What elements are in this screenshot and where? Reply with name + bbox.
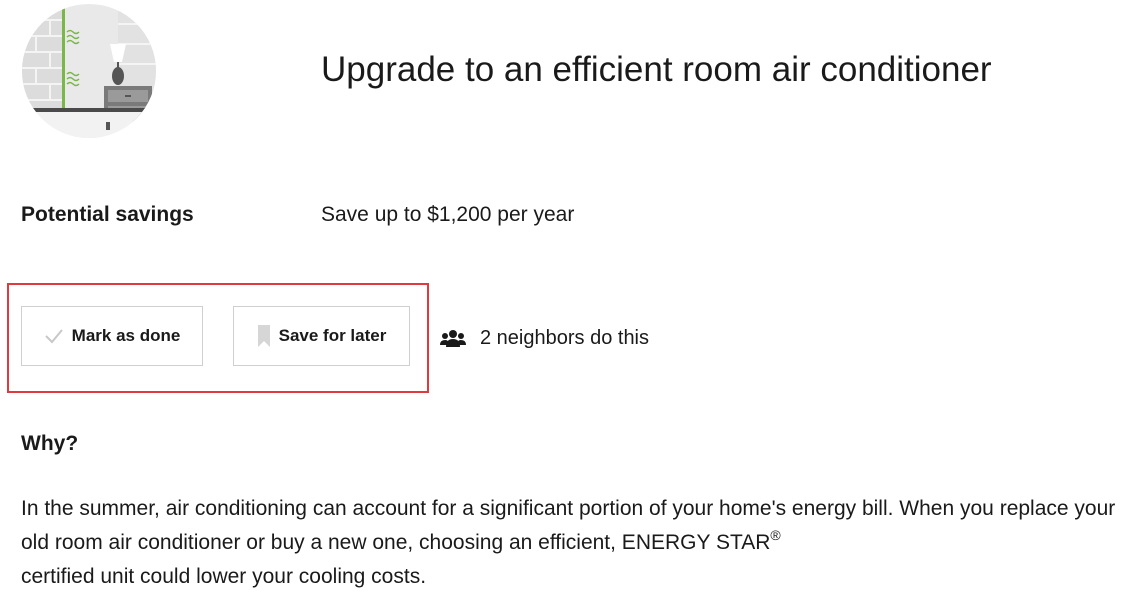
recommendation-page: Upgrade to an efficient room air conditi… [0,0,1143,603]
why-description: In the summer, air conditioning can acco… [21,492,1141,594]
why-heading: Why? [21,432,79,455]
why-text-part1: In the summer, air conditioning can acco… [21,497,1116,554]
save-for-later-label: Save for later [278,326,387,345]
neighbors-info: 2 neighbors do this [440,325,649,351]
checkmark-icon [44,328,64,344]
neighbors-text: 2 neighbors do this [480,326,650,349]
mark-as-done-label: Mark as done [71,326,181,345]
why-text-part2: certified unit could lower your cooling … [21,565,427,588]
room-ac-illustration [22,4,156,138]
save-for-later-button[interactable]: Save for later [233,306,410,366]
bookmark-icon [257,325,271,347]
people-icon [440,329,466,347]
page-title: Upgrade to an efficient room air conditi… [321,50,992,89]
savings-value: Save up to $1,200 per year [321,203,575,226]
mark-as-done-button[interactable]: Mark as done [21,306,203,366]
savings-label: Potential savings [21,203,194,226]
registered-mark: ® [770,527,781,543]
